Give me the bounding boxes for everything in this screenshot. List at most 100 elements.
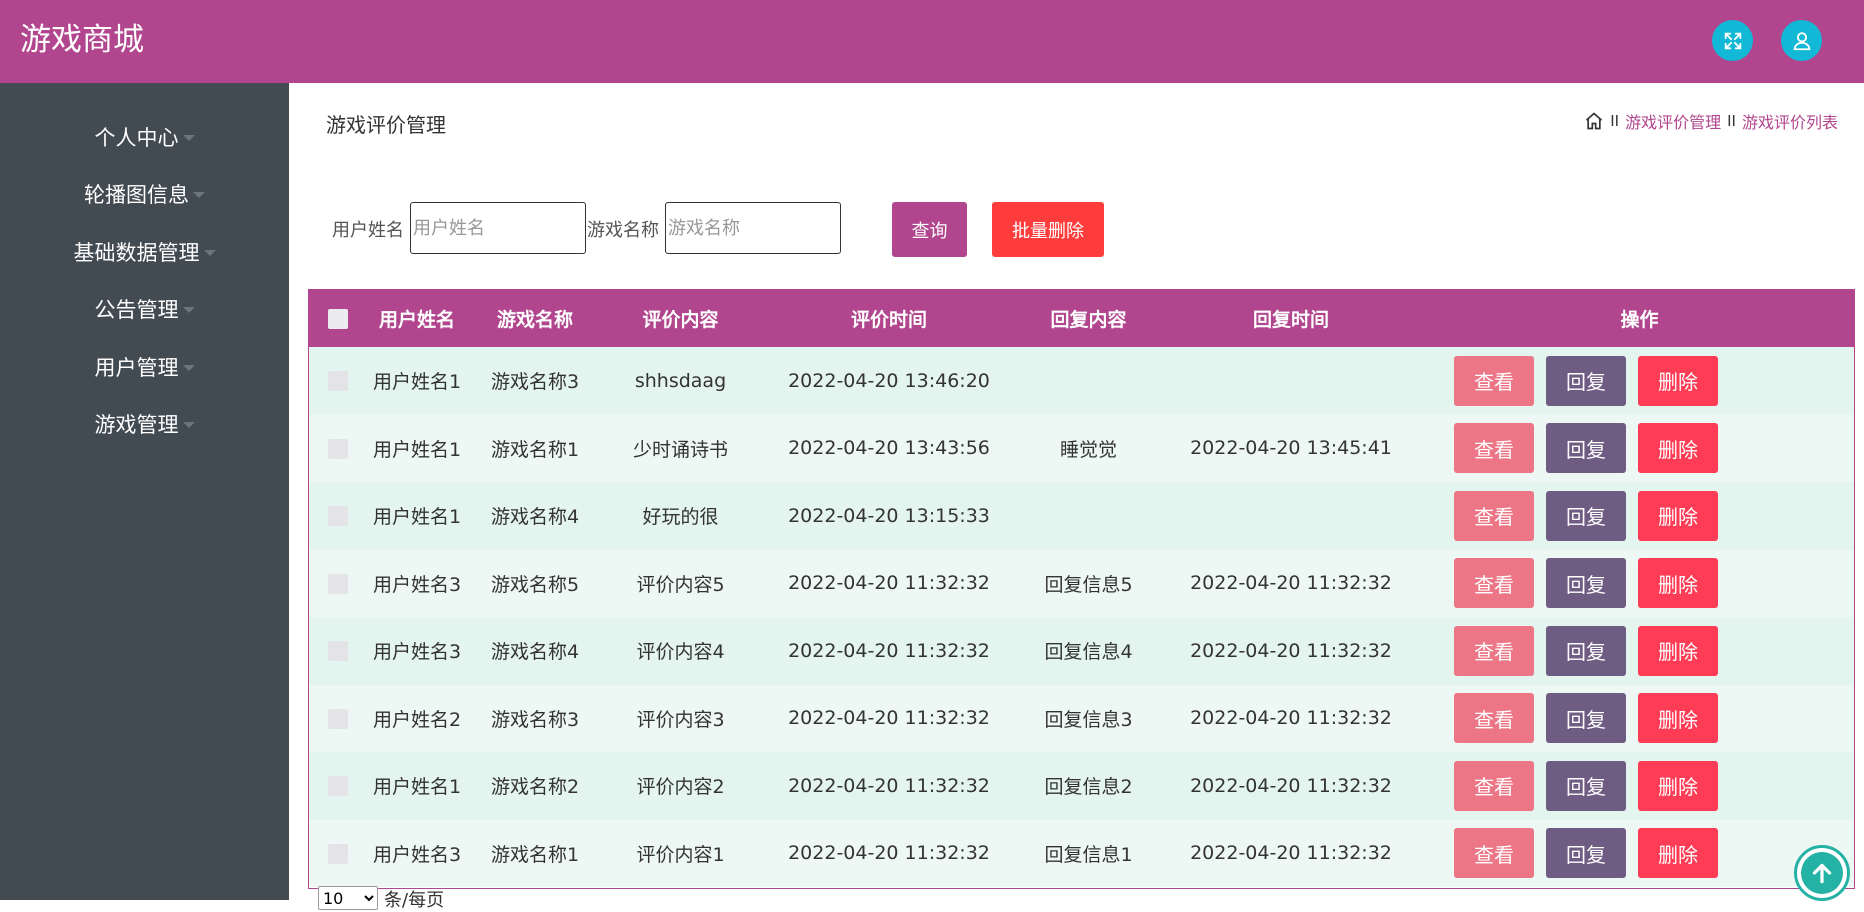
row-checkbox[interactable] bbox=[328, 708, 348, 729]
view-button[interactable]: 查看 bbox=[1454, 828, 1534, 879]
cell-review-content: 评价内容5 bbox=[636, 573, 725, 596]
cell-game-name: 游戏名称2 bbox=[490, 776, 580, 799]
fullscreen-button[interactable] bbox=[1712, 20, 1753, 61]
view-button[interactable]: 查看 bbox=[1454, 490, 1534, 541]
reply-button[interactable]: 回复 bbox=[1546, 760, 1626, 811]
reply-button[interactable]: 回复 bbox=[1546, 490, 1626, 541]
sidebar-item-label: 游戏管理 bbox=[94, 413, 179, 437]
sidebar-item-label: 用户管理 bbox=[94, 356, 179, 380]
select-all-checkbox[interactable] bbox=[328, 309, 348, 329]
cell-review-time: 2022-04-20 11:32:32 bbox=[788, 842, 990, 865]
delete-button[interactable]: 删除 bbox=[1638, 490, 1718, 541]
cell-review-time: 2022-04-20 11:32:32 bbox=[788, 639, 990, 662]
main-content: 游戏评价管理 II 游戏评价管理 II 游戏评价列表 用户姓名 游戏名称 查询 … bbox=[289, 83, 1864, 911]
delete-button[interactable]: 删除 bbox=[1638, 760, 1718, 811]
cell-review-time: 2022-04-20 13:43:56 bbox=[788, 437, 990, 460]
view-button[interactable]: 查看 bbox=[1454, 625, 1534, 676]
reply-button[interactable]: 回复 bbox=[1546, 828, 1626, 879]
breadcrumb-current[interactable]: 游戏评价列表 bbox=[1742, 109, 1838, 133]
reply-button[interactable]: 回复 bbox=[1546, 693, 1626, 744]
cell-review-content: 少时诵诗书 bbox=[632, 438, 728, 461]
breadcrumb-link[interactable]: 游戏评价管理 bbox=[1625, 109, 1721, 133]
cell-game-name: 游戏名称3 bbox=[490, 708, 580, 731]
pagination: 10 条/每页 bbox=[318, 886, 444, 912]
reply-button[interactable]: 回复 bbox=[1546, 558, 1626, 609]
row-checkbox[interactable] bbox=[328, 438, 348, 459]
cell-reply-time: 2022-04-20 11:32:32 bbox=[1190, 842, 1392, 865]
reply-button[interactable]: 回复 bbox=[1546, 625, 1626, 676]
user-icon bbox=[1793, 31, 1810, 50]
cell-user-name: 用户姓名2 bbox=[372, 708, 462, 731]
column-header: 用户姓名 bbox=[378, 309, 455, 331]
cell-review-content: 评价内容4 bbox=[636, 641, 725, 664]
cell-reply-time: 2022-04-20 13:45:41 bbox=[1190, 437, 1392, 460]
row-checkbox[interactable] bbox=[328, 371, 348, 392]
delete-button[interactable]: 删除 bbox=[1638, 693, 1718, 744]
reply-button[interactable]: 回复 bbox=[1546, 355, 1626, 406]
row-checkbox[interactable] bbox=[328, 776, 348, 797]
caret-down-icon bbox=[182, 422, 195, 428]
cell-reply-content bbox=[1020, 347, 1157, 415]
cell-game-name: 游戏名称5 bbox=[490, 573, 580, 596]
sidebar-item-label: 轮播图信息 bbox=[84, 183, 189, 207]
scroll-to-top-button[interactable] bbox=[1794, 845, 1850, 901]
cell-reply-time bbox=[1157, 482, 1425, 550]
cell-reply-time: 2022-04-20 11:32:32 bbox=[1190, 707, 1392, 730]
cell-game-name: 游戏名称1 bbox=[490, 843, 580, 866]
batch-delete-button[interactable]: 批量删除 bbox=[992, 202, 1104, 257]
top-bar: 游戏商城 bbox=[0, 0, 1864, 83]
cell-game-name: 游戏名称4 bbox=[490, 506, 580, 529]
delete-button[interactable]: 删除 bbox=[1638, 355, 1718, 406]
arrow-up-icon bbox=[1812, 863, 1832, 884]
delete-button[interactable]: 删除 bbox=[1638, 828, 1718, 879]
page-size-suffix: 条/每页 bbox=[384, 890, 445, 911]
cell-review-content: 评价内容2 bbox=[636, 776, 725, 799]
table-row: 用户姓名3 游戏名称5 评价内容5 2022-04-20 11:32:32 回复信息5 2… bbox=[309, 549, 1854, 617]
sidebar-item-basic-data[interactable]: 基础数据管理 bbox=[0, 232, 289, 272]
row-checkbox[interactable] bbox=[328, 573, 348, 594]
row-actions: 查看 回复 删除 bbox=[1425, 558, 1854, 609]
column-header: 回复内容 bbox=[1050, 309, 1127, 331]
cell-reply-content: 回复信息2 bbox=[1044, 776, 1133, 799]
game-name-input[interactable] bbox=[665, 202, 841, 254]
cell-reply-time: 2022-04-20 11:32:32 bbox=[1190, 639, 1392, 662]
sidebar-item-personal-center[interactable]: 个人中心 bbox=[0, 117, 289, 157]
sidebar-item-notice[interactable]: 公告管理 bbox=[0, 289, 289, 329]
row-checkbox[interactable] bbox=[328, 641, 348, 662]
cell-review-content: 评价内容3 bbox=[636, 708, 725, 731]
sidebar-item-games[interactable]: 游戏管理 bbox=[0, 404, 289, 444]
delete-button[interactable]: 删除 bbox=[1638, 625, 1718, 676]
cell-game-name: 游戏名称1 bbox=[490, 438, 580, 461]
sidebar-item-carousel[interactable]: 轮播图信息 bbox=[0, 174, 289, 214]
row-checkbox[interactable] bbox=[328, 843, 348, 864]
column-header: 游戏名称 bbox=[496, 309, 573, 331]
column-header: 评价时间 bbox=[850, 309, 927, 331]
view-button[interactable]: 查看 bbox=[1454, 423, 1534, 474]
row-checkbox[interactable] bbox=[328, 506, 348, 527]
home-icon[interactable] bbox=[1584, 111, 1604, 131]
delete-button[interactable]: 删除 bbox=[1638, 558, 1718, 609]
page-size-select[interactable]: 10 bbox=[318, 886, 378, 910]
cell-user-name: 用户姓名1 bbox=[372, 776, 462, 799]
sidebar-item-users[interactable]: 用户管理 bbox=[0, 347, 289, 387]
caret-down-icon bbox=[193, 192, 205, 198]
view-button[interactable]: 查看 bbox=[1454, 355, 1534, 406]
reply-button[interactable]: 回复 bbox=[1546, 423, 1626, 474]
view-button[interactable]: 查看 bbox=[1454, 693, 1534, 744]
table-body: 用户姓名1 游戏名称3 shhsdaag 2022-04-20 13:46:20 查看回… bbox=[309, 347, 1854, 887]
breadcrumb: II 游戏评价管理 II 游戏评价列表 bbox=[1584, 109, 1838, 133]
cell-review-content: 好玩的很 bbox=[642, 506, 719, 529]
sidebar-item-label: 公告管理 bbox=[94, 298, 179, 322]
cell-reply-time bbox=[1157, 347, 1425, 415]
query-button[interactable]: 查询 bbox=[892, 202, 967, 257]
cell-reply-content: 睡觉觉 bbox=[1059, 438, 1117, 461]
table-row: 用户姓名1 游戏名称1 少时诵诗书 2022-04-20 13:43:56 睡觉觉 202… bbox=[309, 414, 1854, 482]
user-name-input[interactable] bbox=[410, 202, 586, 254]
delete-button[interactable]: 删除 bbox=[1638, 423, 1718, 474]
cell-reply-content: 回复信息1 bbox=[1044, 843, 1133, 866]
view-button[interactable]: 查看 bbox=[1454, 558, 1534, 609]
sidebar: 个人中心 轮播图信息 基础数据管理 公告管理 用户管理 游戏管理 bbox=[0, 83, 289, 900]
caret-down-icon bbox=[203, 250, 216, 256]
user-button[interactable] bbox=[1781, 20, 1822, 61]
view-button[interactable]: 查看 bbox=[1454, 760, 1534, 811]
